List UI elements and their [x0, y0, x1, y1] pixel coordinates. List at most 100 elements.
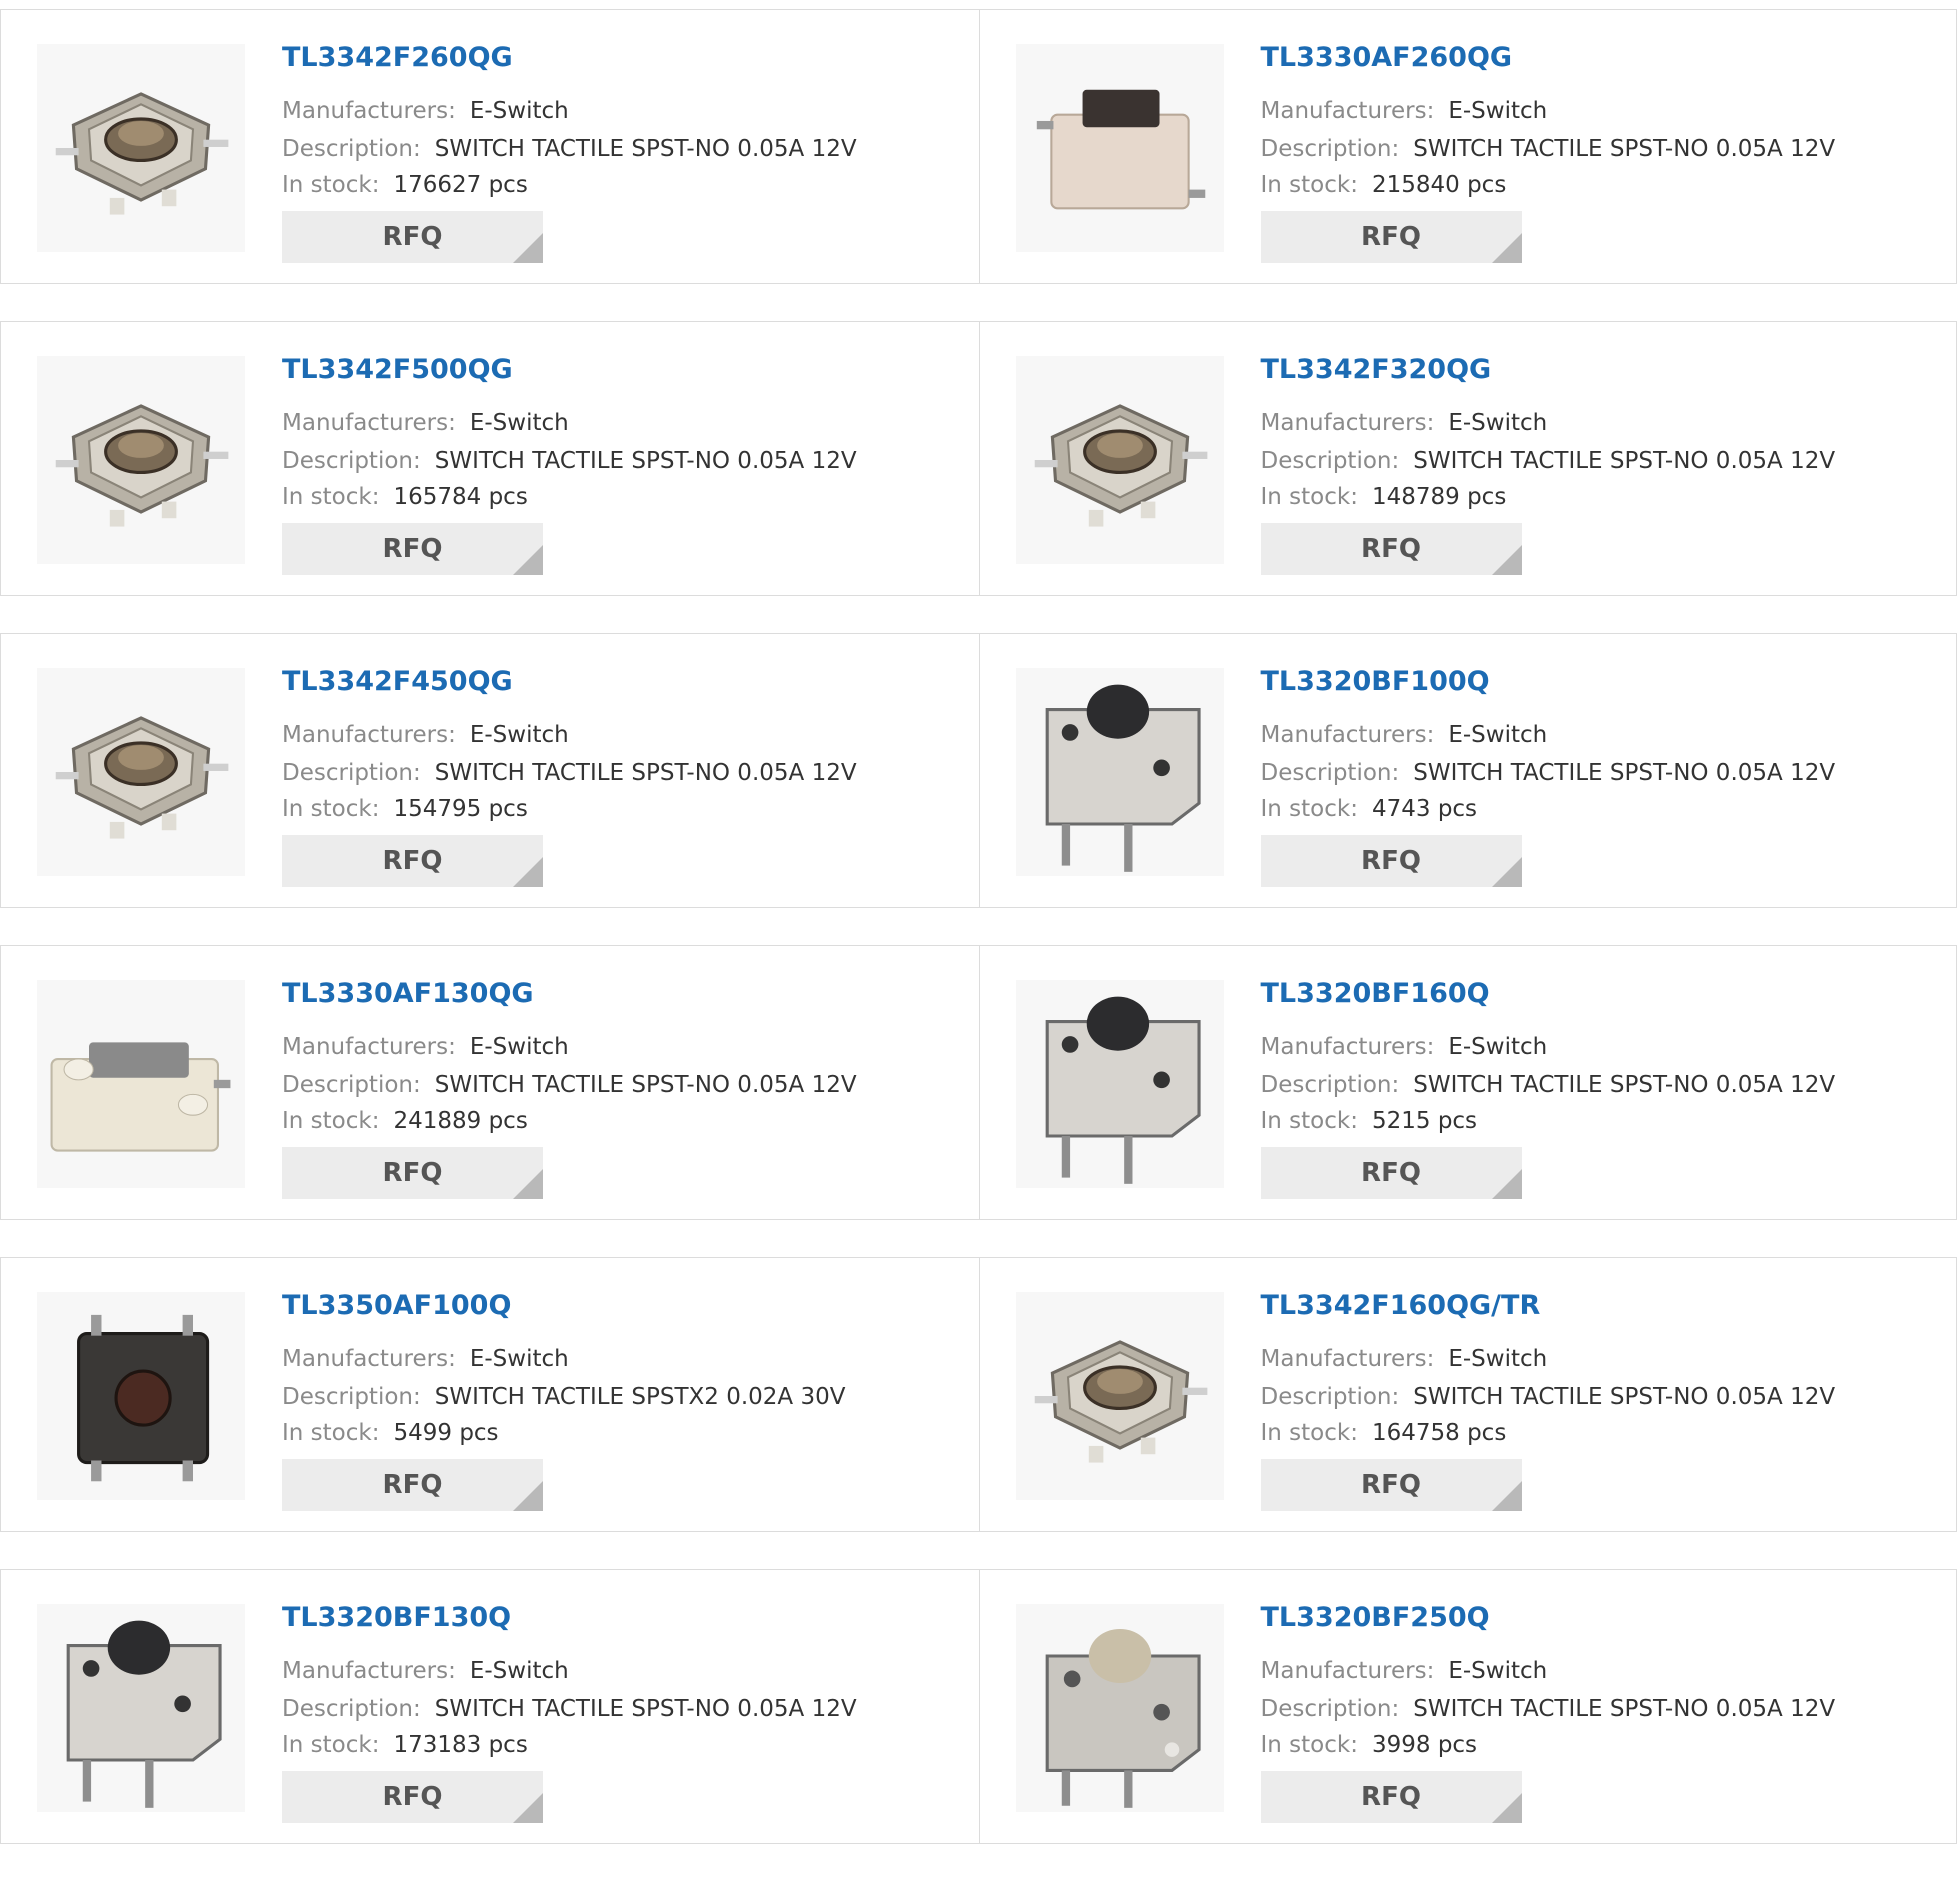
rfq-corner-decoration: [513, 233, 543, 263]
description-row: Description: SWITCH TACTILE SPST-NO 0.05A…: [1261, 1384, 1836, 1410]
stock-value: 215840 pcs: [1371, 172, 1507, 198]
description-value: SWITCH TACTILE SPST-NO 0.05A 12V: [434, 1072, 857, 1098]
description-value: SWITCH TACTILE SPST-NO 0.05A 12V: [1413, 1696, 1836, 1722]
product-part-number-link[interactable]: TL3342F160QG/TR: [1261, 1290, 1541, 1321]
manufacturer-row: Manufacturers: E-Switch: [1261, 1346, 1548, 1372]
right-angle-switch-image[interactable]: [1015, 980, 1224, 1188]
manufacturers-label: Manufacturers:: [1260, 1034, 1435, 1060]
stock-value: 3998 pcs: [1371, 1732, 1478, 1758]
right-angle-switch-image[interactable]: [1015, 668, 1224, 876]
smd-square-switch-image[interactable]: [37, 44, 245, 252]
in-stock-label: In stock:: [282, 1420, 380, 1446]
product-part-number-link[interactable]: TL3342F260QG: [282, 42, 513, 73]
product-part-number-link[interactable]: TL3320BF100Q: [1261, 666, 1490, 697]
stock-row: In stock: 176627 pcs: [282, 172, 528, 198]
product-row: TL3342F260QG Manufacturers: E-Switch Desc…: [0, 9, 1957, 284]
rfq-button[interactable]: RFQ: [282, 1459, 543, 1511]
manufacturer-value: E-Switch: [1448, 722, 1548, 748]
product-card: TL3342F260QG Manufacturers: E-Switch Desc…: [1, 10, 979, 283]
product-card: TL3330AF260QG Manufacturers: E-Switch Des…: [978, 10, 1957, 283]
manufacturer-value: E-Switch: [469, 1346, 569, 1372]
description-label: Description:: [1260, 1384, 1400, 1410]
black-square-switch-image[interactable]: [37, 1292, 245, 1500]
rfq-button[interactable]: RFQ: [282, 523, 543, 575]
product-card: TL3320BF250Q Manufacturers: E-Switch Desc…: [978, 1570, 1957, 1843]
manufacturer-row: Manufacturers: E-Switch: [1261, 1658, 1548, 1684]
rfq-button-label: RFQ: [382, 534, 443, 564]
description-label: Description:: [1260, 1072, 1400, 1098]
description-label: Description:: [1260, 448, 1400, 474]
rfq-corner-decoration: [513, 545, 543, 575]
description-value: SWITCH TACTILE SPST-NO 0.05A 12V: [1413, 1072, 1836, 1098]
in-stock-label: In stock:: [282, 1108, 380, 1134]
side-actuated-gray-switch-image[interactable]: [37, 980, 245, 1188]
rfq-button-label: RFQ: [382, 846, 443, 876]
product-part-number-link[interactable]: TL3350AF100Q: [282, 1290, 511, 1321]
smd-square-switch-image[interactable]: [37, 356, 245, 564]
stock-row: In stock: 215840 pcs: [1261, 172, 1507, 198]
in-stock-label: In stock:: [1260, 1420, 1358, 1446]
description-label: Description:: [282, 136, 421, 162]
rfq-button[interactable]: RFQ: [1260, 1459, 1522, 1511]
rfq-button[interactable]: RFQ: [1260, 211, 1522, 263]
product-part-number-link[interactable]: TL3330AF130QG: [282, 978, 534, 1009]
description-row: Description: SWITCH TACTILE SPST-NO 0.05A…: [282, 1696, 857, 1722]
product-card: TL3330AF130QG Manufacturers: E-Switch Des…: [1, 946, 979, 1219]
rfq-button[interactable]: RFQ: [282, 211, 543, 263]
stock-row: In stock: 164758 pcs: [1261, 1420, 1507, 1446]
product-part-number-link[interactable]: TL3320BF130Q: [282, 1602, 511, 1633]
manufacturer-value: E-Switch: [1448, 98, 1548, 124]
description-value: SWITCH TACTILE SPST-NO 0.05A 12V: [1413, 448, 1836, 474]
description-label: Description:: [282, 1696, 421, 1722]
right-angle-switch-image[interactable]: [37, 1604, 245, 1812]
rfq-button[interactable]: RFQ: [1260, 1771, 1522, 1823]
smd-square-switch-image[interactable]: [1015, 1292, 1224, 1500]
in-stock-label: In stock:: [282, 484, 380, 510]
rfq-button-label: RFQ: [1361, 1158, 1421, 1188]
product-part-number-link[interactable]: TL3330AF260QG: [1261, 42, 1513, 73]
stock-value: 4743 pcs: [1371, 796, 1478, 822]
manufacturer-row: Manufacturers: E-Switch: [1261, 722, 1548, 748]
description-row: Description: SWITCH TACTILE SPST-NO 0.05A…: [282, 448, 857, 474]
description-value: SWITCH TACTILE SPST-NO 0.05A 12V: [434, 136, 857, 162]
product-part-number-link[interactable]: TL3320BF250Q: [1261, 1602, 1490, 1633]
stock-value: 154795 pcs: [393, 796, 528, 822]
smd-square-switch-image[interactable]: [37, 668, 245, 876]
manufacturers-label: Manufacturers:: [282, 1346, 456, 1372]
rfq-button[interactable]: RFQ: [282, 1147, 543, 1199]
manufacturer-value: E-Switch: [469, 410, 569, 436]
stock-row: In stock: 5215 pcs: [1261, 1108, 1478, 1134]
rfq-button[interactable]: RFQ: [1260, 835, 1522, 887]
manufacturer-row: Manufacturers: E-Switch: [1261, 98, 1548, 124]
product-part-number-link[interactable]: TL3320BF160Q: [1261, 978, 1490, 1009]
manufacturers-label: Manufacturers:: [282, 1034, 456, 1060]
product-part-number-link[interactable]: TL3342F450QG: [282, 666, 513, 697]
manufacturer-value: E-Switch: [1448, 1658, 1548, 1684]
description-row: Description: SWITCH TACTILE SPST-NO 0.05A…: [282, 760, 857, 786]
rfq-button[interactable]: RFQ: [1260, 1147, 1522, 1199]
rfq-button-label: RFQ: [1361, 846, 1421, 876]
smd-square-switch-image[interactable]: [1015, 356, 1224, 564]
product-row: TL3342F500QG Manufacturers: E-Switch Desc…: [0, 321, 1957, 596]
stock-row: In stock: 5499 pcs: [282, 1420, 499, 1446]
description-label: Description:: [282, 760, 421, 786]
stock-value: 173183 pcs: [393, 1732, 528, 1758]
product-part-number-link[interactable]: TL3342F500QG: [282, 354, 513, 385]
rfq-button[interactable]: RFQ: [1260, 523, 1522, 575]
rfq-corner-decoration: [1491, 233, 1522, 263]
rfq-button[interactable]: RFQ: [282, 835, 543, 887]
side-actuated-switch-image[interactable]: [1015, 44, 1224, 252]
description-label: Description:: [282, 1384, 421, 1410]
right-angle-beige-switch-image[interactable]: [1015, 1604, 1224, 1812]
description-value: SWITCH TACTILE SPST-NO 0.05A 12V: [434, 1696, 857, 1722]
description-row: Description: SWITCH TACTILE SPST-NO 0.05A…: [1261, 448, 1836, 474]
in-stock-label: In stock:: [282, 1732, 380, 1758]
manufacturer-row: Manufacturers: E-Switch: [1261, 410, 1548, 436]
manufacturer-row: Manufacturers: E-Switch: [1261, 1034, 1548, 1060]
stock-value: 5499 pcs: [393, 1420, 499, 1446]
manufacturer-row: Manufacturers: E-Switch: [282, 1346, 569, 1372]
stock-value: 164758 pcs: [1371, 1420, 1507, 1446]
stock-value: 176627 pcs: [393, 172, 528, 198]
product-part-number-link[interactable]: TL3342F320QG: [1261, 354, 1492, 385]
rfq-button[interactable]: RFQ: [282, 1771, 543, 1823]
